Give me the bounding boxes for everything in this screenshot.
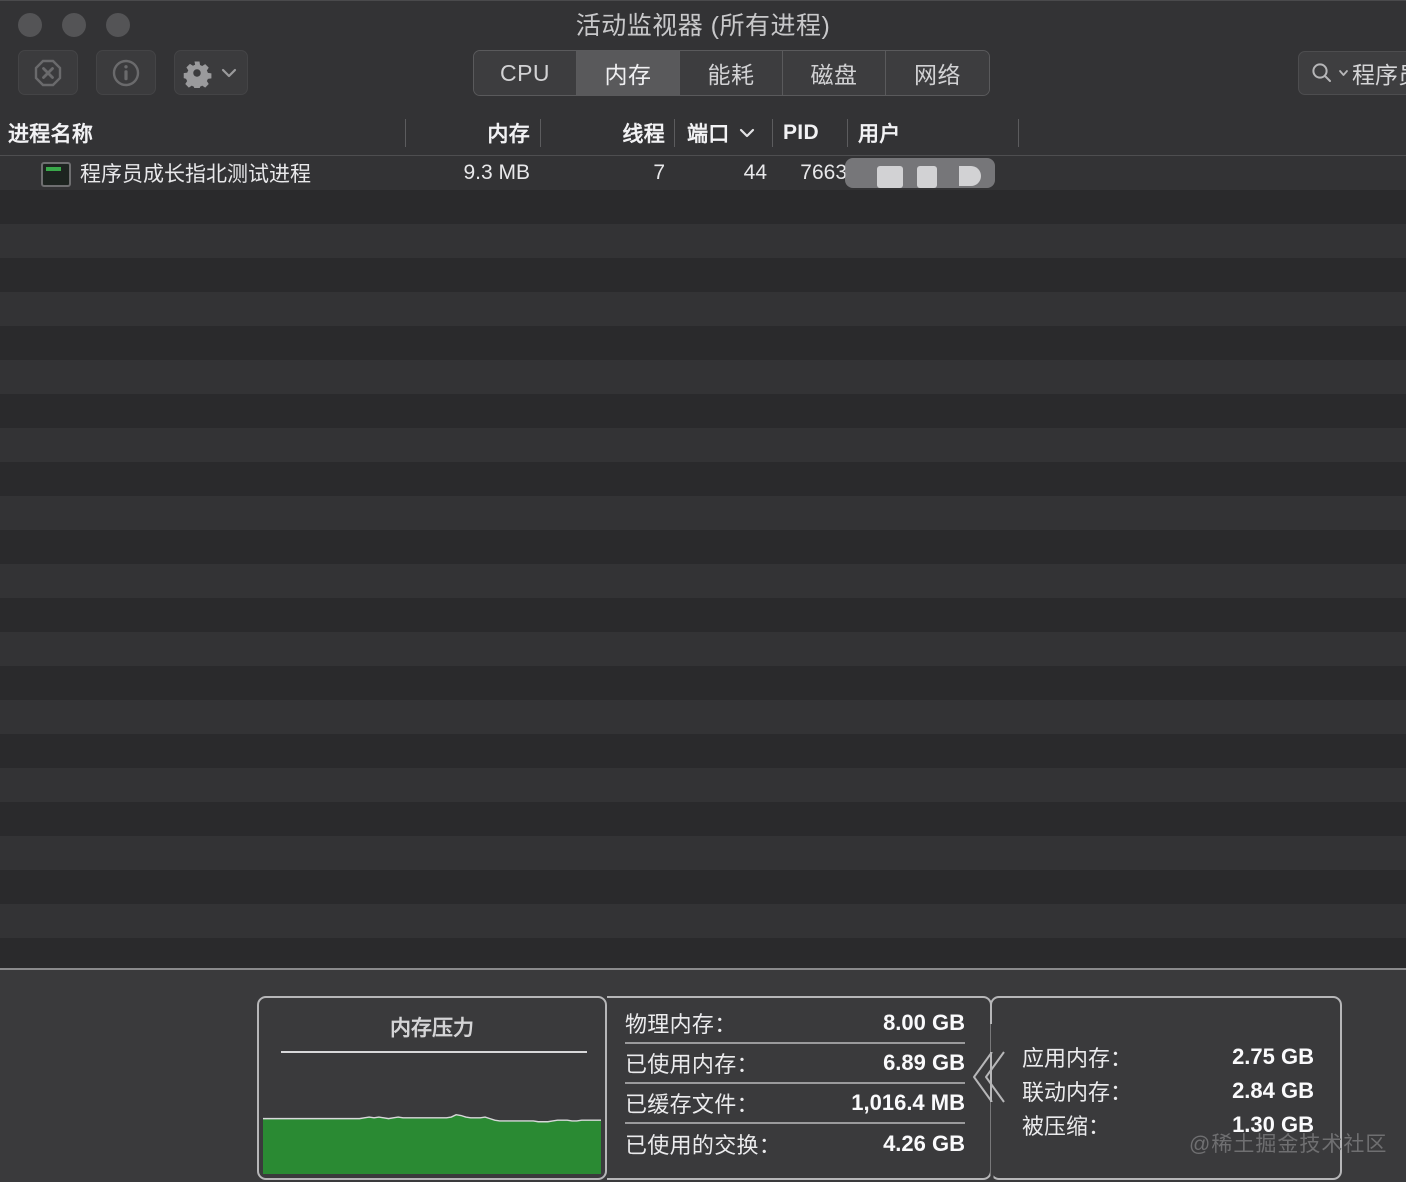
gear-icon <box>183 60 212 88</box>
memory-pressure-title: 内存压力 <box>390 1017 474 1040</box>
tab-energy[interactable]: 能耗 <box>680 51 783 95</box>
table-row-empty <box>0 394 1406 428</box>
toolbar-button-group <box>18 50 248 95</box>
actions-gear-button[interactable] <box>174 50 248 95</box>
table-row-empty <box>0 836 1406 870</box>
table-row-empty <box>0 292 1406 326</box>
app-label: 应用内存： <box>1022 1046 1133 1071</box>
table-row-empty <box>0 530 1406 564</box>
table-row-empty <box>0 734 1406 768</box>
search-icon <box>1312 63 1331 82</box>
table-row-empty <box>0 632 1406 666</box>
stat-row-cached-files: 已缓存文件： 1,016.4 MB <box>625 1084 965 1124</box>
view-tab-group: CPU 内存 能耗 磁盘 网络 <box>473 50 990 96</box>
cell-pid: 7663 <box>800 161 847 184</box>
inspect-process-button[interactable] <box>96 50 156 95</box>
info-circle-icon <box>112 59 140 86</box>
app-label: 被压缩： <box>1022 1114 1111 1139</box>
table-row-empty <box>0 360 1406 394</box>
stat-row-physical-memory: 物理内存： 8.00 GB <box>625 1004 965 1044</box>
table-row-empty <box>0 904 1406 938</box>
stat-row-swap-used: 已使用的交换： 4.26 GB <box>625 1124 965 1164</box>
table-row-empty <box>0 462 1406 496</box>
column-header-name[interactable]: 进程名称 <box>8 110 338 156</box>
app-value: 2.75 GB <box>1232 1044 1314 1069</box>
column-divider-6[interactable] <box>1018 119 1019 147</box>
table-row[interactable]: 程序员成长指北测试进程 9.3 MB 7 44 7663 <box>0 156 1406 190</box>
sort-chevron-down-icon <box>737 125 757 141</box>
tab-cpu[interactable]: CPU <box>474 51 577 95</box>
memory-pressure-chart <box>263 1096 601 1174</box>
column-header-memory[interactable]: 内存 <box>415 110 530 156</box>
title-bar: 活动监视器 (所有进程) CPU 内存 能耗 磁盘 网络 程序 <box>0 0 1406 110</box>
table-row-empty <box>0 802 1406 836</box>
table-row-empty <box>0 564 1406 598</box>
column-header-ports-label: 端口 <box>687 123 730 146</box>
memory-pressure-panel: 内存压力 <box>257 996 607 1180</box>
column-divider-2[interactable] <box>540 119 541 147</box>
app-row-wired-memory: 联动内存： 2.84 GB <box>1022 1074 1314 1108</box>
stat-label: 物理内存： <box>625 1012 737 1037</box>
app-label: 联动内存： <box>1022 1080 1133 1105</box>
table-row-empty <box>0 428 1406 462</box>
table-row-empty <box>0 496 1406 530</box>
column-divider-4[interactable] <box>772 119 773 147</box>
app-row-app-memory: 应用内存： 2.75 GB <box>1022 1040 1314 1074</box>
table-row-empty <box>0 938 1406 968</box>
user-name-redaction <box>843 158 1003 192</box>
column-divider-1[interactable] <box>405 119 406 147</box>
column-divider-3[interactable] <box>674 119 675 147</box>
search-scope-chevron-down-icon[interactable] <box>1337 62 1350 84</box>
column-divider-5[interactable] <box>847 119 848 147</box>
stat-label: 已使用的交换： <box>625 1133 782 1158</box>
table-row-empty <box>0 326 1406 360</box>
stat-value: 8.00 GB <box>883 1010 965 1035</box>
search-input[interactable]: 程序员 <box>1352 56 1406 90</box>
table-row-empty <box>0 190 1406 224</box>
activity-monitor-window: 活动监视器 (所有进程) CPU 内存 能耗 磁盘 网络 程序 进程名称 内存 … <box>0 0 1406 1182</box>
table-column-header: 进程名称 内存 线程 端口 PID 用户 <box>0 110 1406 156</box>
tab-disk[interactable]: 磁盘 <box>783 51 886 95</box>
memory-stats-panel: 物理内存： 8.00 GB 已使用内存： 6.89 GB 已缓存文件： 1,01… <box>607 996 992 1180</box>
stop-process-button[interactable] <box>18 50 78 95</box>
stat-value: 6.89 GB <box>883 1050 965 1075</box>
table-row-empty <box>0 666 1406 700</box>
cell-memory: 9.3 MB <box>463 161 530 184</box>
column-header-user[interactable]: 用户 <box>858 110 901 156</box>
column-header-threads[interactable]: 线程 <box>550 110 665 156</box>
window-title: 活动监视器 (所有进程) <box>575 12 831 40</box>
column-header-pid[interactable]: PID <box>783 110 819 156</box>
column-header-ports[interactable]: 端口 <box>687 110 757 156</box>
stat-label: 已缓存文件： <box>625 1092 759 1117</box>
tab-network[interactable]: 网络 <box>886 51 989 95</box>
table-row-empty <box>0 700 1406 734</box>
table-row-empty <box>0 258 1406 292</box>
stat-label: 已使用内存： <box>625 1052 759 1077</box>
stat-row-memory-used: 已使用内存： 6.89 GB <box>625 1044 965 1084</box>
tab-memory[interactable]: 内存 <box>577 51 680 95</box>
stat-value: 4.26 GB <box>883 1131 965 1156</box>
table-row-empty <box>0 768 1406 802</box>
app-value: 2.84 GB <box>1232 1078 1314 1103</box>
stat-value: 1,016.4 MB <box>851 1090 965 1115</box>
process-icon <box>41 162 71 187</box>
watermark: @稀土掘金技术社区 <box>1189 1133 1388 1156</box>
process-table-body[interactable]: 程序员成长指北测试进程 9.3 MB 7 44 7663 <box>0 156 1406 968</box>
memory-pressure-baseline <box>281 1051 587 1053</box>
chevron-down-icon <box>221 68 237 77</box>
table-row-empty <box>0 598 1406 632</box>
cell-ports: 44 <box>743 161 767 184</box>
cell-threads: 7 <box>653 161 665 184</box>
table-row-empty <box>0 224 1406 258</box>
stop-octagon-x-icon <box>34 59 62 86</box>
search-field[interactable]: 程序员 <box>1298 51 1406 95</box>
cell-name: 程序员成长指北测试进程 <box>80 163 311 186</box>
table-row-empty <box>0 870 1406 904</box>
